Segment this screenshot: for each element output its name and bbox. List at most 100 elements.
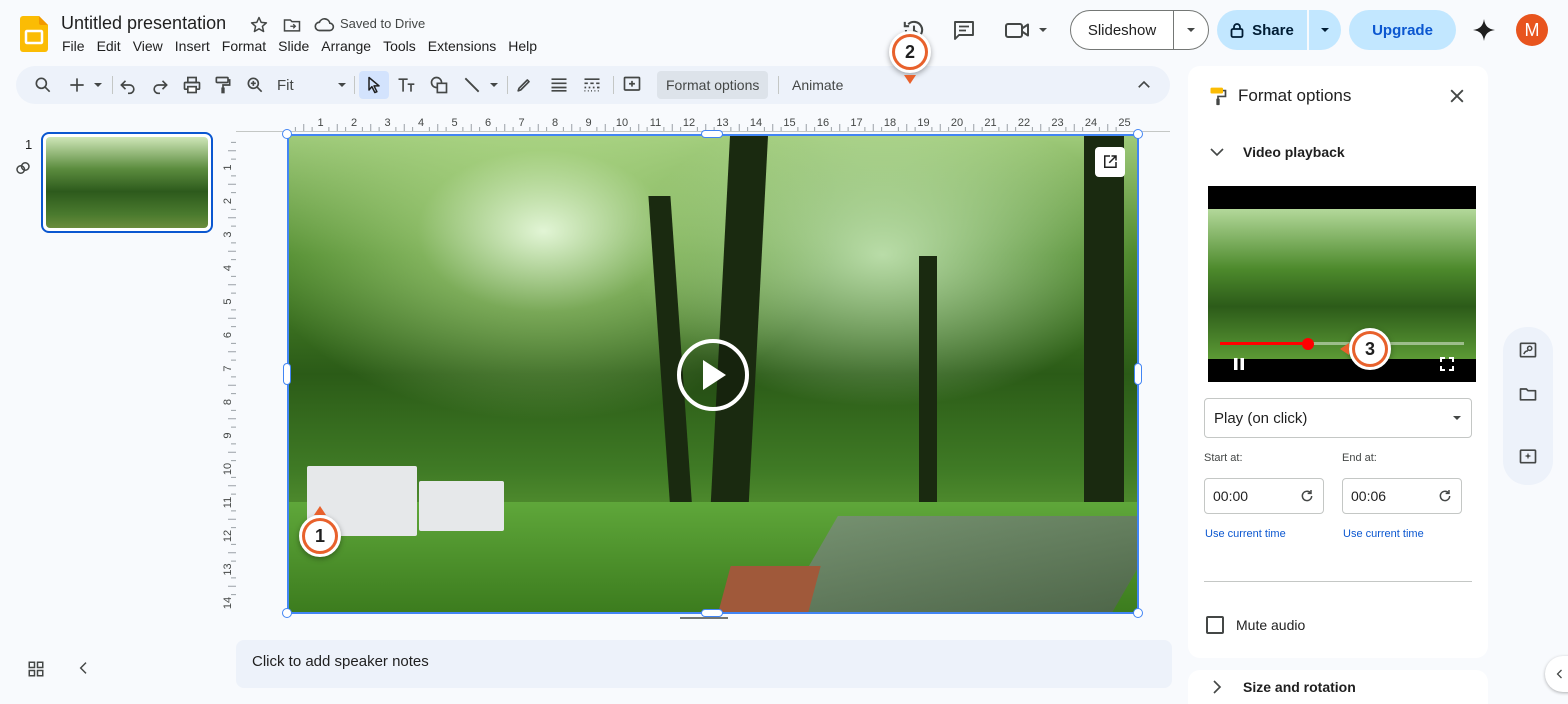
text-box-icon[interactable] <box>396 75 416 95</box>
ruler-tick-label: 6 <box>485 117 491 129</box>
chevron-down-icon[interactable] <box>93 80 103 90</box>
pause-icon[interactable] <box>1231 356 1247 372</box>
ruler-tick-label: 6 <box>222 332 234 338</box>
share-button[interactable]: Share <box>1217 10 1307 50</box>
zoom-select[interactable]: Fit <box>277 75 347 95</box>
menu-format[interactable]: Format <box>222 38 266 54</box>
chevron-down-icon <box>1452 413 1462 423</box>
border-dash-icon[interactable] <box>582 75 602 95</box>
mute-audio-label[interactable]: Mute audio <box>1236 617 1305 633</box>
shapes-icon[interactable] <box>429 75 449 95</box>
open-in-new-icon[interactable] <box>1095 147 1125 177</box>
end-use-current-time-link[interactable]: Use current time <box>1343 528 1424 540</box>
chevron-down-icon[interactable] <box>1208 143 1226 161</box>
cloud-saved-icon[interactable] <box>313 15 335 35</box>
image-panel-icon[interactable] <box>1518 340 1538 360</box>
print-icon[interactable] <box>182 75 202 95</box>
format-options-button[interactable]: Format options <box>657 71 769 99</box>
ruler-tick-label: 12 <box>683 117 695 129</box>
video-scene <box>419 481 504 531</box>
video-play-button[interactable] <box>677 339 749 411</box>
slideshow-options-dropdown[interactable] <box>1174 11 1208 49</box>
new-slide-icon[interactable] <box>67 75 87 95</box>
search-menus-icon[interactable] <box>33 75 53 95</box>
size-rotation-section[interactable]: Size and rotation <box>1188 670 1488 704</box>
move-to-folder-icon[interactable] <box>282 15 302 35</box>
end-time-input[interactable]: 00:06 <box>1342 478 1462 514</box>
gemini-sparkle-icon[interactable] <box>1472 18 1496 42</box>
resize-handle[interactable] <box>701 130 723 138</box>
step-marker-number: 1 <box>305 521 335 551</box>
document-title[interactable]: Untitled presentation <box>61 13 226 34</box>
undo-icon[interactable] <box>118 75 138 95</box>
menu-help[interactable]: Help <box>508 38 537 54</box>
mute-audio-checkbox[interactable] <box>1206 616 1224 634</box>
video-playback-section-header[interactable]: Video playback <box>1243 144 1345 160</box>
speaker-notes[interactable]: Click to add speaker notes <box>236 640 1172 688</box>
fullscreen-icon[interactable] <box>1439 356 1455 372</box>
step-marker-pointer <box>904 75 916 84</box>
star-icon[interactable] <box>249 15 269 35</box>
add-comment-icon[interactable] <box>622 75 642 95</box>
playback-mode-select[interactable]: Play (on click) <box>1204 398 1472 438</box>
menu-view[interactable]: View <box>133 38 163 54</box>
refresh-icon[interactable] <box>1437 488 1453 504</box>
chevron-left-icon[interactable] <box>76 660 92 676</box>
menu-arrange[interactable]: Arrange <box>321 38 371 54</box>
menu-edit[interactable]: Edit <box>97 38 121 54</box>
notes-resize-handle[interactable] <box>680 617 728 619</box>
folder-icon[interactable] <box>1518 384 1538 404</box>
zoom-value: Fit <box>277 76 294 94</box>
resize-handle[interactable] <box>1133 129 1143 139</box>
start-use-current-time-link[interactable]: Use current time <box>1205 528 1286 540</box>
border-weight-icon[interactable] <box>549 75 569 95</box>
resize-handle[interactable] <box>1134 363 1142 385</box>
border-color-icon[interactable] <box>514 75 534 95</box>
menu-extensions[interactable]: Extensions <box>428 38 496 54</box>
share-split-button: Share <box>1217 10 1341 50</box>
line-tool-icon[interactable] <box>462 75 482 95</box>
grid-view-icon[interactable] <box>27 660 45 678</box>
resize-handle[interactable] <box>282 608 292 618</box>
chevron-down-icon[interactable] <box>489 80 499 90</box>
refresh-icon[interactable] <box>1299 488 1315 504</box>
menu-file[interactable]: File <box>62 38 85 54</box>
upgrade-button[interactable]: Upgrade <box>1349 10 1456 50</box>
ruler-tick-label: 7 <box>518 117 524 129</box>
step-marker-pointer <box>1340 343 1349 355</box>
resize-handle[interactable] <box>701 609 723 617</box>
resize-handle[interactable] <box>282 129 292 139</box>
select-tool-button[interactable] <box>359 71 389 99</box>
menu-slide[interactable]: Slide <box>278 38 309 54</box>
ruler-tick-label: 10 <box>222 463 234 475</box>
meet-button[interactable] <box>1004 18 1048 42</box>
step-marker-number: 3 <box>1355 334 1385 364</box>
collapse-toolbar-icon[interactable] <box>1135 76 1153 94</box>
resize-handle[interactable] <box>283 363 291 385</box>
slides-logo-icon[interactable] <box>20 16 48 52</box>
comments-icon[interactable] <box>952 18 976 42</box>
ruler-tick-label: 21 <box>984 117 996 129</box>
resize-handle[interactable] <box>1133 608 1143 618</box>
ruler-tick-label: 9 <box>585 117 591 129</box>
zoom-icon[interactable] <box>245 75 265 95</box>
ruler-tick-label: 23 <box>1051 117 1063 129</box>
animate-button[interactable]: Animate <box>792 77 843 93</box>
start-time-input[interactable]: 00:00 <box>1204 478 1324 514</box>
share-options-dropdown[interactable] <box>1309 10 1341 50</box>
preview-progress-knob[interactable] <box>1302 338 1314 350</box>
menu-insert[interactable]: Insert <box>175 38 210 54</box>
close-icon[interactable] <box>1447 86 1467 106</box>
slide-thumbnail[interactable] <box>41 132 213 233</box>
slideshow-split-button: Slideshow <box>1070 10 1209 50</box>
chevron-down-icon <box>1186 25 1196 35</box>
step-marker-3: 3 <box>1349 328 1391 370</box>
paint-format-icon[interactable] <box>213 75 233 95</box>
toggle-side-panel-button[interactable] <box>1545 656 1568 692</box>
menu-tools[interactable]: Tools <box>383 38 416 54</box>
add-sparkle-slide-icon[interactable] <box>1518 446 1538 466</box>
slideshow-button[interactable]: Slideshow <box>1071 11 1174 49</box>
ruler-tick-label: 11 <box>650 117 661 129</box>
redo-icon[interactable] <box>150 75 170 95</box>
account-avatar[interactable]: M <box>1516 14 1548 46</box>
